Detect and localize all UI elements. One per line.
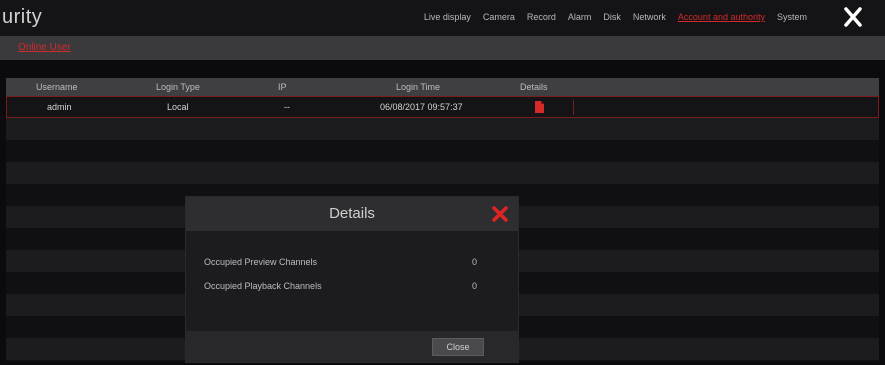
- cell-ip: --: [284, 102, 290, 112]
- nav-record[interactable]: Record: [527, 12, 556, 22]
- close-button[interactable]: Close: [432, 338, 484, 356]
- table-row: [6, 118, 879, 140]
- dialog-footer: Close: [186, 331, 518, 362]
- dialog-header: Details: [186, 197, 518, 231]
- playback-channels-label: Occupied Playback Channels: [204, 281, 322, 291]
- playback-channels-value: 0: [472, 281, 478, 291]
- cell-login-type: Local: [167, 102, 189, 112]
- table-row: [6, 140, 879, 162]
- preview-channels-label: Occupied Preview Channels: [204, 257, 318, 267]
- row-divider: [573, 100, 574, 115]
- nav-disk[interactable]: Disk: [603, 12, 621, 22]
- tab-online-user[interactable]: Online User: [18, 42, 71, 53]
- dialog-title: Details: [329, 205, 375, 222]
- cell-username: admin: [47, 102, 72, 112]
- cell-login-time: 06/08/2017 09:57:37: [380, 102, 463, 112]
- table-header: Username Login Type IP Login Time Detail…: [6, 78, 879, 96]
- top-bar: urity Live display Camera Record Alarm D…: [0, 0, 885, 36]
- nav-account-authority[interactable]: Account and authority: [678, 12, 765, 22]
- table-row[interactable]: admin Local -- 06/08/2017 09:57:37: [6, 96, 879, 118]
- close-icon[interactable]: [843, 5, 863, 29]
- main-nav: Live display Camera Record Alarm Disk Ne…: [424, 12, 807, 22]
- column-login-type: Login Type: [156, 82, 200, 92]
- column-username: Username: [36, 82, 78, 92]
- sub-nav-bar: Online User: [0, 36, 885, 60]
- table-row: [6, 162, 879, 184]
- nav-network[interactable]: Network: [633, 12, 666, 22]
- nav-system[interactable]: System: [777, 12, 807, 22]
- column-login-time: Login Time: [396, 82, 441, 92]
- nav-camera[interactable]: Camera: [483, 12, 515, 22]
- nav-live-display[interactable]: Live display: [424, 12, 471, 22]
- details-dialog: Details Occupied Preview Channels 0 Occu…: [185, 196, 519, 363]
- app-title: urity: [2, 6, 43, 28]
- document-icon[interactable]: [535, 101, 544, 113]
- close-icon[interactable]: [492, 206, 508, 222]
- column-ip: IP: [278, 82, 287, 92]
- column-details: Details: [520, 82, 548, 92]
- preview-channels-value: 0: [472, 257, 478, 267]
- nav-alarm[interactable]: Alarm: [568, 12, 592, 22]
